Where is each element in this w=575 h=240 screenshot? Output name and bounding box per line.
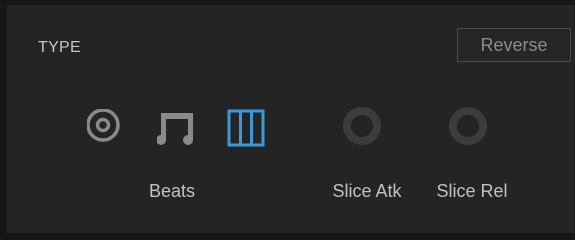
mode-label: Beats [148, 181, 196, 201]
slice-atk-knob[interactable] [340, 104, 384, 148]
slice-atk-label: Slice Atk [332, 181, 402, 201]
type-panel: TYPE Reverse Beats Slice Atk Slice Rel [7, 5, 575, 233]
slice-rel-knob[interactable] [446, 104, 490, 148]
slice-rel-label: Slice Rel [436, 181, 508, 201]
reverse-button[interactable]: Reverse [457, 28, 571, 62]
beats-bars-icon[interactable] [227, 109, 267, 149]
disc-icon[interactable] [87, 109, 127, 149]
music-note-icon[interactable] [157, 109, 197, 149]
section-title: TYPE [38, 39, 81, 56]
